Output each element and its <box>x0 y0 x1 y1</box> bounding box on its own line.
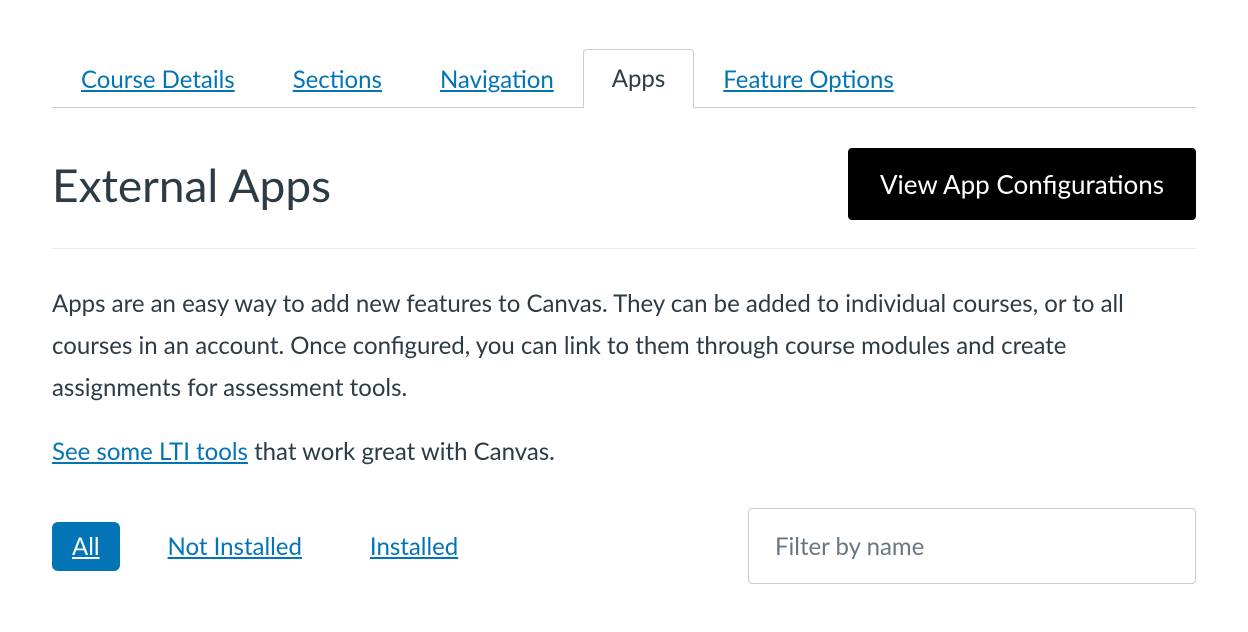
view-app-configurations-button[interactable]: View App Configurations <box>848 148 1196 220</box>
filter-not-installed[interactable]: Not Installed <box>148 522 322 571</box>
page-title: External Apps <box>52 157 331 212</box>
tab-feature-options[interactable]: Feature Options <box>694 50 922 108</box>
apps-description: Apps are an easy way to add new features… <box>52 249 1196 409</box>
lti-tools-line: See some LTI tools that work great with … <box>52 409 1196 466</box>
filter-pills: All Not Installed Installed <box>52 522 478 571</box>
filter-installed[interactable]: Installed <box>350 522 478 571</box>
tab-sections[interactable]: Sections <box>264 50 411 108</box>
filter-by-name-input[interactable] <box>748 508 1196 584</box>
page-header: External Apps View App Configurations <box>52 108 1196 249</box>
filter-row: All Not Installed Installed <box>52 466 1196 584</box>
filter-all[interactable]: All <box>52 522 120 571</box>
tab-course-details[interactable]: Course Details <box>52 50 264 108</box>
lti-suffix-text: that work great with Canvas. <box>248 437 555 466</box>
settings-tabs: Course Details Sections Navigation Apps … <box>52 48 1196 108</box>
lti-tools-link[interactable]: See some LTI tools <box>52 437 248 466</box>
tab-navigation[interactable]: Navigation <box>411 50 583 108</box>
tab-apps[interactable]: Apps <box>583 49 695 108</box>
